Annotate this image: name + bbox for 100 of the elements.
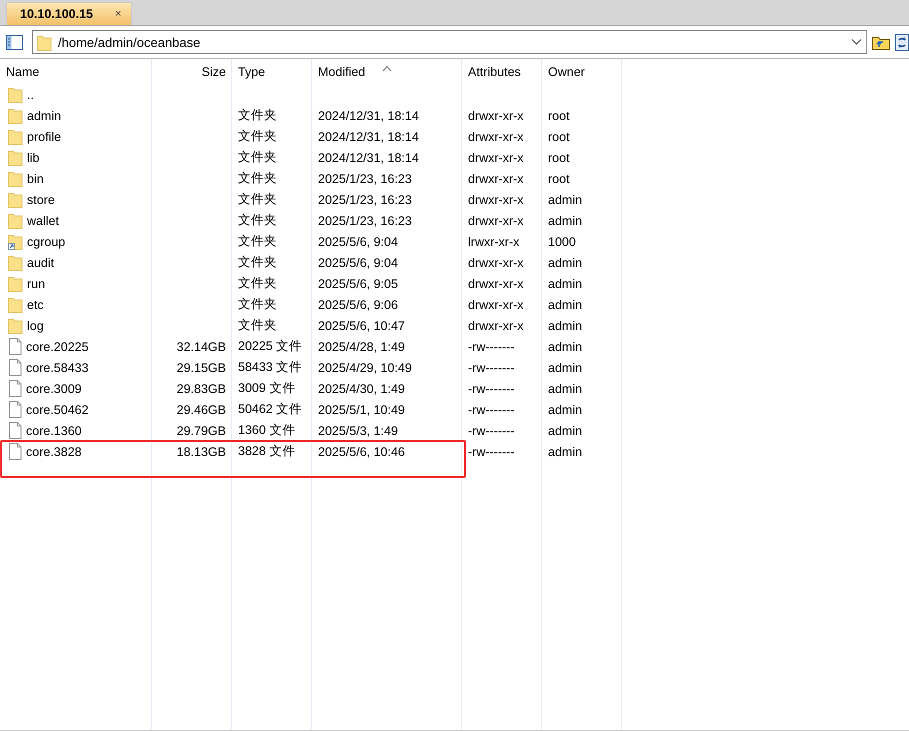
file-name[interactable]: core.3009 <box>26 382 82 396</box>
tab[interactable]: 10.10.100.15 × <box>6 2 132 25</box>
table-cell-text: 2025/5/6, 10:46 <box>317 444 406 458</box>
table-cell-text: 文件夹 <box>237 107 278 124</box>
table-cell-text: drwxr-xr-x <box>467 192 525 206</box>
file-icon <box>8 380 22 397</box>
table-cell-text: 32.14GB <box>176 340 227 354</box>
table-cell-text: drwxr-xr-x <box>467 298 525 312</box>
close-tab-button[interactable]: × <box>115 8 122 20</box>
column-header[interactable]: Attributes <box>462 64 542 78</box>
table-cell-text: 2025/4/30, 1:49 <box>317 382 406 396</box>
table-cell-text: 1000 <box>547 234 577 248</box>
table-cell-text: admin <box>547 424 584 438</box>
table-cell-text: 29.15GB <box>176 360 227 374</box>
table-cell-text: drwxr-xr-x <box>467 256 525 270</box>
table-cell-text: 文件夹 <box>237 317 278 334</box>
table-cell-text: drwxr-xr-x <box>467 318 525 332</box>
table-cell-text: admin <box>547 298 584 312</box>
table-cell-text: root <box>547 130 571 144</box>
table-cell-text: admin <box>547 256 584 270</box>
file-name[interactable]: store <box>27 192 55 206</box>
folder-icon <box>8 275 23 292</box>
table-cell-text: -rw------- <box>467 382 516 396</box>
folder-icon <box>8 296 23 313</box>
table-cell-text: -rw------- <box>467 340 516 354</box>
table-cell-text: admin <box>547 318 584 332</box>
table-cell-text: 2024/12/31, 18:14 <box>317 130 420 144</box>
table-cell-text: 29.79GB <box>176 424 227 438</box>
table-cell-text: admin <box>547 276 584 290</box>
table-cell-text: admin <box>547 444 584 458</box>
folder-icon <box>8 170 23 187</box>
table-cell-text: admin <box>547 360 584 374</box>
table-cell-text: 文件夹 <box>237 254 278 271</box>
folder-shortcut-icon <box>8 233 23 250</box>
table-cell-text: 2024/12/31, 18:14 <box>317 108 420 122</box>
table-cell-text: 58433 文件 <box>237 359 304 376</box>
folder-icon <box>8 254 23 271</box>
file-name[interactable]: profile <box>27 130 62 144</box>
table-cell-text: 2025/5/6, 9:05 <box>317 276 399 290</box>
table-cell-text: root <box>547 108 571 122</box>
folder-icon <box>8 317 23 334</box>
table-cell-text: admin <box>547 192 584 206</box>
table-cell-text: root <box>547 150 571 164</box>
table-cell-text: -rw------- <box>467 402 516 416</box>
column-header[interactable]: Modified <box>312 64 462 78</box>
table-cell-text: 18.13GB <box>176 444 227 458</box>
folder-icon <box>8 86 23 103</box>
file-name[interactable]: core.50462 <box>26 402 89 416</box>
table-cell-text: 3828 文件 <box>237 443 296 460</box>
table-cell-text: 50462 文件 <box>237 401 304 418</box>
column-header[interactable]: Name <box>0 64 152 78</box>
table-cell-text: 文件夹 <box>237 275 278 292</box>
table-cell-text: 2025/1/23, 16:23 <box>317 192 413 206</box>
table-cell-text: 2024/12/31, 18:14 <box>317 150 420 164</box>
file-name[interactable]: lib <box>27 150 40 164</box>
file-name[interactable]: run <box>27 276 46 290</box>
table-cell-text: lrwxr-xr-x <box>467 234 520 248</box>
file-icon <box>8 443 22 460</box>
table-cell-text: 2025/1/23, 16:23 <box>317 172 413 186</box>
file-name[interactable]: bin <box>27 172 44 186</box>
table-cell-text: drwxr-xr-x <box>467 214 525 228</box>
file-name[interactable]: core.58433 <box>26 360 89 374</box>
path-field[interactable]: /home/admin/oceanbase <box>32 30 867 54</box>
file-name[interactable]: .. <box>27 88 34 102</box>
table-cell-text: 2025/1/23, 16:23 <box>317 214 413 228</box>
file-name[interactable]: core.1360 <box>26 424 82 438</box>
dropdown-icon <box>851 38 862 46</box>
file-name[interactable]: core.20225 <box>26 340 89 354</box>
table-cell-text: -rw------- <box>467 424 516 438</box>
file-name[interactable]: admin <box>27 108 62 122</box>
table-cell-text: drwxr-xr-x <box>467 276 525 290</box>
file-name[interactable]: wallet <box>27 214 59 228</box>
table-cell-text: 文件夹 <box>237 170 278 187</box>
table-cell-text: 2025/5/6, 10:47 <box>317 318 406 332</box>
folder-icon <box>8 128 23 145</box>
table-cell-text: 2025/5/6, 9:04 <box>317 256 399 270</box>
file-name[interactable]: etc <box>27 298 44 312</box>
file-icon <box>8 422 22 439</box>
table-cell-text: drwxr-xr-x <box>467 172 525 186</box>
table-cell-text: 文件夹 <box>237 128 278 145</box>
table-cell-text: 29.83GB <box>176 382 227 396</box>
file-name[interactable]: core.3828 <box>26 444 82 458</box>
table-cell-text: 文件夹 <box>237 191 278 208</box>
table-cell-text: 1360 文件 <box>237 422 296 439</box>
column-header[interactable]: Size <box>152 64 232 78</box>
table-cell-text: 2025/4/28, 1:49 <box>317 340 406 354</box>
file-name[interactable]: log <box>27 318 44 332</box>
table-cell-text: -rw------- <box>467 444 516 458</box>
table-cell-text: admin <box>547 340 584 354</box>
column-header[interactable]: Type <box>232 64 312 78</box>
table-cell-text: 2025/4/29, 10:49 <box>317 360 413 374</box>
file-name[interactable]: audit <box>27 256 54 270</box>
table-cell-text: 2025/5/6, 9:04 <box>317 234 399 248</box>
table-cell-text: 文件夹 <box>237 296 278 313</box>
table-cell-text: -rw------- <box>467 360 516 374</box>
folder-icon <box>8 212 23 229</box>
table-cell-text: admin <box>547 402 584 416</box>
column-header[interactable]: Owner <box>542 64 622 78</box>
folder-icon <box>8 149 23 166</box>
file-name[interactable]: cgroup <box>27 234 66 248</box>
